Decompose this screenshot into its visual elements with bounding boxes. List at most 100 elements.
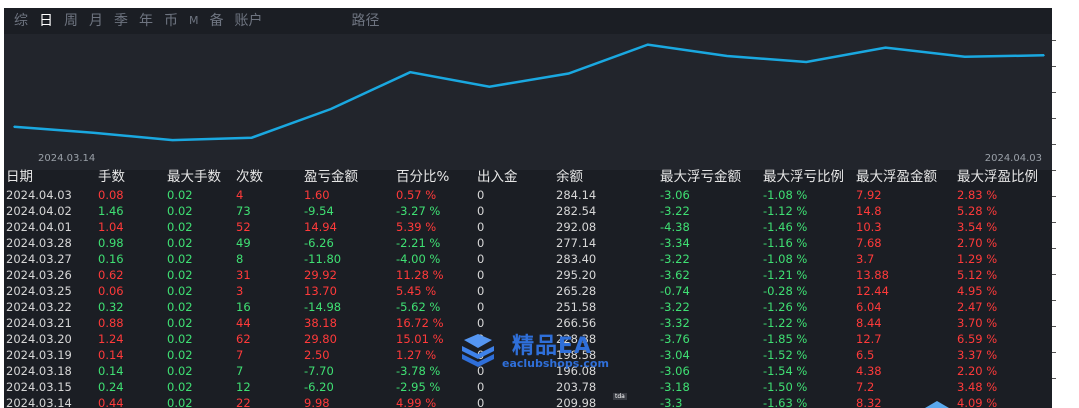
- cell-pnl: 29.80: [304, 332, 337, 346]
- cell-max-lots: 0.02: [167, 252, 193, 266]
- cell-max-loss-pct: -1.21 %: [763, 268, 808, 282]
- cell-date: 2024.04.03: [6, 188, 72, 202]
- tab-3[interactable]: 月: [89, 8, 103, 34]
- cell-max-profit-pct: 6.59 %: [957, 332, 998, 346]
- cell-max-loss: -3.06: [660, 364, 690, 378]
- cell-io: 0: [477, 380, 485, 394]
- header-date[interactable]: 日期: [6, 168, 33, 187]
- balance-point-2024.03.26: [647, 43, 649, 46]
- cell-pct: -3.27 %: [396, 204, 441, 218]
- small-badge: tda: [613, 393, 627, 400]
- cell-balance: 277.14: [556, 236, 597, 250]
- tab-path[interactable]: 路径: [352, 8, 380, 34]
- header-max_profit_pct[interactable]: 最大浮盈比例: [957, 168, 1038, 187]
- cell-pct: 5.39 %: [396, 220, 437, 234]
- tab-0[interactable]: 综: [14, 8, 28, 34]
- header-max_profit[interactable]: 最大浮盈金额: [856, 168, 937, 187]
- cell-max-loss: -3.3: [660, 396, 683, 408]
- cell-count: 73: [236, 204, 251, 218]
- scale-tick: [1052, 196, 1056, 197]
- cell-date: 2024.03.25: [6, 284, 72, 298]
- tab-9[interactable]: 账户: [235, 8, 263, 34]
- cell-max-loss: -4.38: [660, 220, 690, 234]
- scale-tick: [1052, 66, 1056, 67]
- table-row: 2024.03.22 0.32 0.02 16 -14.98 -5.62 % 0 251.58…: [4, 299, 1052, 315]
- cell-max-lots: 0.02: [167, 204, 193, 218]
- scale-tick: [1052, 144, 1056, 145]
- tab-8[interactable]: 备: [210, 8, 224, 34]
- balance-point-2024.03.25: [567, 72, 570, 75]
- cell-max-profit: 13.88: [856, 268, 889, 282]
- cell-max-loss-pct: -1.08 %: [763, 188, 808, 202]
- table-row: 2024.03.18 0.14 0.02 7 -7.70 -3.78 % 0 196.08 -3…: [4, 363, 1052, 379]
- cell-date: 2024.03.22: [6, 300, 72, 314]
- balance-point-2024.03.22: [488, 85, 491, 88]
- balance-chart-svg: [13, 43, 1045, 142]
- cell-pct: -4.00 %: [396, 252, 441, 266]
- tab-7[interactable]: M: [189, 8, 199, 34]
- balance-point-2024.03.19: [250, 136, 253, 139]
- header-io[interactable]: 出入金: [477, 168, 518, 187]
- balance-point-2024.03.14: [13, 125, 15, 128]
- table-row: 2024.03.28 0.98 0.02 49 -6.26 -2.21 % 0 277.14 -…: [4, 235, 1052, 251]
- cell-lots: 1.46: [98, 204, 124, 218]
- header-max_loss[interactable]: 最大浮亏金额: [660, 168, 741, 187]
- cell-pnl: 38.18: [304, 316, 337, 330]
- cell-balance: 292.08: [556, 220, 597, 234]
- cell-max-profit: 7.68: [856, 236, 882, 250]
- cell-balance: 198.58: [556, 348, 597, 362]
- header-max_loss_pct[interactable]: 最大浮亏比例: [763, 168, 844, 187]
- cell-lots: 0.14: [98, 348, 124, 362]
- cell-max-profit: 10.3: [856, 220, 882, 234]
- cell-max-profit: 12.44: [856, 284, 889, 298]
- cell-max-profit: 6.04: [856, 300, 882, 314]
- period-tabs: 综日周月季年币 M 备账户 路径: [4, 8, 1052, 34]
- cell-balance: 196.08: [556, 364, 597, 378]
- header-pct[interactable]: 百分比%: [396, 168, 449, 187]
- balance-series-line: [13, 43, 1045, 142]
- table-row: 2024.03.26 0.62 0.02 31 29.92 11.28 % 0 295.20 -…: [4, 267, 1052, 283]
- tab-6[interactable]: 币: [164, 8, 178, 34]
- tab-4[interactable]: 季: [114, 8, 128, 34]
- header-lots[interactable]: 手数: [98, 168, 125, 187]
- cell-pct: 1.27 %: [396, 348, 437, 362]
- table-row: 2024.03.15 0.24 0.02 12 -6.20 -2.95 % 0 203.78 -…: [4, 379, 1052, 395]
- cell-count: 7: [236, 348, 244, 362]
- cell-balance: 209.98: [556, 396, 597, 408]
- cell-max-profit-pct: 4.09 %: [957, 396, 998, 408]
- cell-balance: 283.40: [556, 252, 597, 266]
- cell-count: 22: [236, 396, 251, 408]
- cell-max-loss: -3.22: [660, 204, 690, 218]
- cell-max-lots: 0.02: [167, 396, 193, 408]
- cell-max-loss: -3.04: [660, 348, 690, 362]
- cell-max-profit-pct: 3.54 %: [957, 220, 998, 234]
- tab-1[interactable]: 日: [39, 8, 53, 34]
- cell-max-loss-pct: -1.63 %: [763, 396, 808, 408]
- cell-max-profit: 8.44: [856, 316, 882, 330]
- cell-max-profit: 6.5: [856, 348, 875, 362]
- cell-pnl: 13.70: [304, 284, 337, 298]
- cell-lots: 0.62: [98, 268, 124, 282]
- cell-lots: 0.14: [98, 364, 124, 378]
- cell-max-loss-pct: -1.22 %: [763, 316, 808, 330]
- tab-5[interactable]: 年: [139, 8, 153, 34]
- cell-max-profit: 7.92: [856, 188, 882, 202]
- header-count[interactable]: 次数: [236, 168, 263, 187]
- table-row: 2024.04.01 1.04 0.02 52 14.94 5.39 % 0 292.08 -4…: [4, 219, 1052, 235]
- cell-lots: 0.06: [98, 284, 124, 298]
- header-pnl[interactable]: 盈亏金额: [304, 168, 358, 187]
- header-max_lots[interactable]: 最大手数: [167, 168, 221, 187]
- cell-lots: 0.08: [98, 188, 124, 202]
- cell-max-lots: 0.02: [167, 364, 193, 378]
- cell-balance: 251.58: [556, 300, 597, 314]
- cell-max-lots: 0.02: [167, 332, 193, 346]
- header-balance[interactable]: 余额: [556, 168, 583, 187]
- cell-pct: 5.45 %: [396, 284, 437, 298]
- cell-max-lots: 0.02: [167, 188, 193, 202]
- balance-point-2024.03.18: [171, 139, 174, 141]
- table-row: 2024.03.25 0.06 0.02 3 13.70 5.45 % 0 265.28 -0.…: [4, 283, 1052, 299]
- cell-date: 2024.03.21: [6, 316, 72, 330]
- cell-count: 62: [236, 332, 251, 346]
- tab-2[interactable]: 周: [64, 8, 78, 34]
- cell-count: 12: [236, 380, 251, 394]
